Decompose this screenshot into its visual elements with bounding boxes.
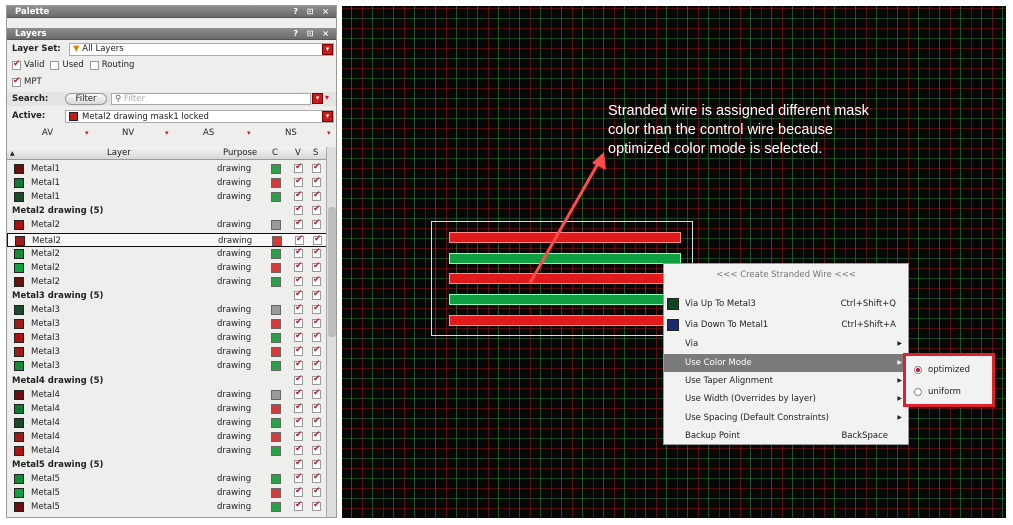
context-menu: <<< Create Stranded Wire <<< Via Up To M… (663, 263, 909, 445)
menu-item-label: Via Down To Metal1 (685, 320, 769, 330)
submenu-arrow-icon: ▶ (897, 340, 902, 347)
menu-item-via-down[interactable]: Via Down To Metal1 Ctrl+Shift+A (664, 316, 908, 334)
via-down-icon (667, 319, 679, 331)
menu-item-label: Backup Point (685, 431, 740, 441)
menu-item-use-taper-alignment[interactable]: Use Taper Alignment ▶ (664, 372, 908, 390)
color-mode-uniform[interactable]: uniform (906, 382, 992, 402)
menu-item-via-up[interactable]: Via Up To Metal3 Ctrl+Shift+Q (664, 295, 908, 313)
menu-item-label: Use Taper Alignment (685, 376, 773, 386)
color-mode-submenu: optimized uniform (903, 353, 995, 407)
annotation-text: Stranded wire is assigned different mask… (608, 103, 869, 157)
annotation-arrow-head (592, 152, 606, 170)
uniform-radio[interactable] (914, 388, 922, 396)
via-up-icon (667, 298, 679, 310)
menu-item-label: Use Color Mode (685, 358, 752, 368)
submenu-arrow-icon: ▶ (897, 395, 902, 402)
menu-item-shortcut: BackSpace (841, 431, 888, 441)
menu-item-use-color-mode[interactable]: Use Color Mode ▶ (664, 354, 908, 372)
menu-item-label: Use Spacing (Default Constraints) (685, 413, 829, 423)
menu-item-label: Use Width (Overrides by layer) (685, 394, 816, 404)
context-menu-header: <<< Create Stranded Wire <<< (716, 270, 856, 280)
menu-item-backup-point[interactable]: Backup Point BackSpace (664, 427, 908, 445)
menu-item-use-width[interactable]: Use Width (Overrides by layer) ▶ (664, 390, 908, 408)
menu-item-via[interactable]: Via ▶ (664, 335, 908, 353)
submenu-item-label: optimized (928, 365, 971, 375)
menu-item-shortcut: Ctrl+Shift+Q (840, 299, 896, 309)
submenu-item-label: uniform (928, 387, 961, 397)
submenu-arrow-icon: ▶ (897, 414, 902, 421)
submenu-arrow-icon: ▶ (897, 377, 902, 384)
annotation-arrow-line (528, 159, 602, 284)
menu-item-shortcut: Ctrl+Shift+A (841, 320, 896, 330)
menu-item-label: Via Up To Metal3 (685, 299, 756, 309)
color-mode-optimized[interactable]: optimized (906, 360, 992, 380)
menu-item-use-spacing[interactable]: Use Spacing (Default Constraints) ▶ (664, 409, 908, 427)
menu-item-label: Via (685, 339, 699, 349)
submenu-arrow-icon: ▶ (897, 359, 902, 366)
optimized-radio[interactable] (914, 366, 922, 374)
